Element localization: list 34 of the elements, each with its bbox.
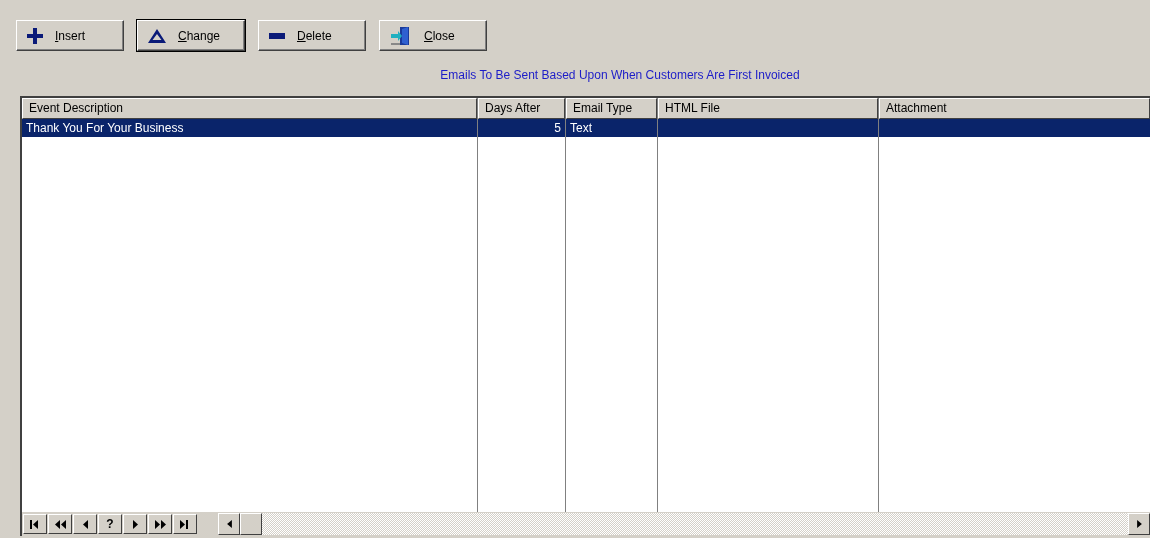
column-header[interactable]: Attachment (879, 98, 1150, 119)
scroll-thumb[interactable] (240, 513, 262, 535)
minus-icon (269, 32, 285, 39)
left-arrow-icon (226, 520, 232, 528)
change-button[interactable]: Change (137, 20, 245, 51)
right-arrow-icon (1136, 520, 1142, 528)
horizontal-scrollbar[interactable] (218, 513, 1150, 535)
scroll-left-button[interactable] (218, 513, 240, 535)
navigator-button[interactable] (173, 514, 197, 534)
plus-icon (27, 27, 43, 44)
first-record-icon (29, 519, 41, 529)
close-button[interactable]: Close (379, 20, 487, 51)
table-cell: Thank You For Your Business (22, 119, 477, 137)
form-heading: Emails To Be Sent Based Upon When Customers Are First Invoiced (440, 68, 800, 82)
column-header[interactable]: HTML File (658, 98, 878, 119)
table-cell: Text (566, 119, 657, 137)
delete-button[interactable]: Delete (258, 20, 366, 51)
last-record-icon (179, 519, 191, 529)
column-header[interactable]: Email Type (566, 98, 657, 119)
table-cell: 5 (478, 119, 565, 137)
scroll-right-button[interactable] (1128, 513, 1150, 535)
triangle-icon (148, 28, 166, 43)
column-header[interactable]: Days After (478, 98, 565, 119)
navigator-button[interactable] (148, 514, 172, 534)
navigator-button[interactable] (48, 514, 72, 534)
insert-button[interactable]: Insert (16, 20, 124, 51)
navigator-button[interactable] (23, 514, 47, 534)
double-right-arrow-icon (154, 519, 166, 529)
navigator-button[interactable] (73, 514, 97, 534)
column-header[interactable]: Event Description (22, 98, 477, 119)
navigator-button[interactable]: ? (98, 514, 122, 534)
navigator-button[interactable] (123, 514, 147, 534)
double-left-arrow-icon (54, 519, 66, 529)
door-exit-icon (390, 25, 412, 46)
